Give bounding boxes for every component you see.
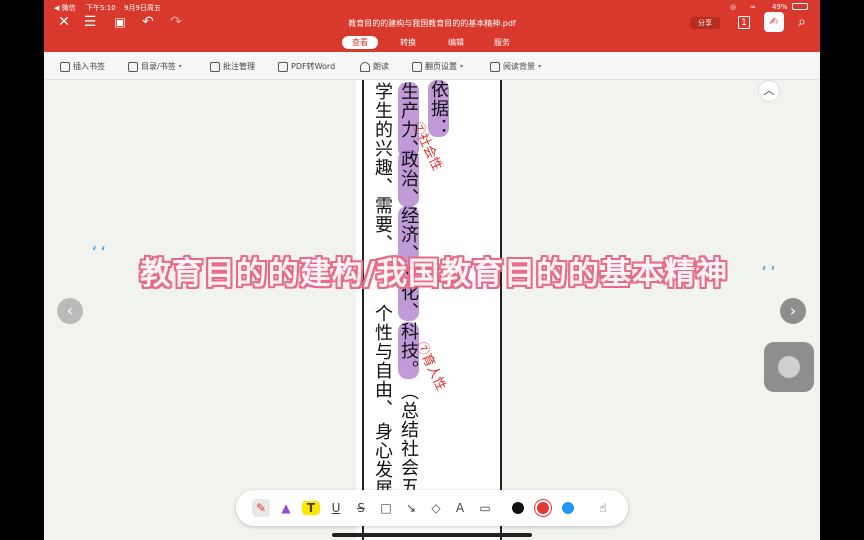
chevron-down-icon: ▾ [460, 63, 464, 70]
pen-icon[interactable]: ✎ [252, 499, 270, 517]
text-line: 身心发展 [372, 422, 393, 498]
chevron-up-icon: ︿ [763, 84, 775, 97]
insert-bookmark-button[interactable]: 插入书签 [60, 60, 105, 73]
assistive-touch-button[interactable] [764, 342, 814, 392]
strikethrough-icon[interactable]: S [352, 499, 370, 517]
read-aloud-label: 朗读 [373, 62, 389, 71]
insert-bookmark-label: 插入书签 [73, 62, 105, 71]
hand-pointer-icon[interactable]: ☝ [594, 499, 612, 517]
overlay-title: 教育目的的建构/我国教育目的的基本精神 [139, 256, 729, 292]
underline-icon[interactable]: U [327, 499, 345, 517]
location-icon: ◎ [730, 3, 737, 11]
page-icon [412, 61, 422, 72]
comment-icon[interactable]: ▭ [476, 499, 494, 517]
text-column-4: 政治、 [396, 150, 420, 207]
annotation-manage-label: 批注管理 [223, 62, 255, 71]
chevron-down-icon: ▾ [178, 63, 182, 70]
next-page-button[interactable]: › [780, 298, 806, 324]
background-icon [490, 61, 500, 72]
chevron-left-icon: ‹ [66, 301, 74, 320]
text-column-9: （总结社会五 [396, 382, 420, 496]
bookmark-icon [60, 61, 70, 72]
pdf-to-word-label: PDF转Word [291, 62, 336, 71]
top-bar: ◀ 微信 下午5:10 9月9日周五 ◎ ≈ 49% ✕ ☰ ▣ ↶ ↷ 教育目… [44, 0, 820, 52]
text-column-2: 生产力、 [396, 82, 420, 158]
screen: ◀ 微信 下午5:10 9月9日周五 ◎ ≈ 49% ✕ ☰ ▣ ↶ ↷ 教育目… [44, 0, 820, 540]
wifi-icon: ≈ [750, 3, 756, 11]
color-black[interactable] [512, 502, 524, 514]
toc-icon [128, 61, 138, 72]
pdf-icon [278, 61, 288, 72]
page-border-right [500, 80, 502, 540]
chevron-right-icon: › [789, 301, 797, 320]
text-column-3: 学生的兴趣、需要、 [370, 82, 394, 253]
home-indicator [332, 533, 532, 537]
status-date: 9月9日周五 [124, 4, 161, 12]
text-icon[interactable]: A [451, 499, 469, 517]
tab-services[interactable]: 服务 [484, 36, 520, 49]
previous-page-button[interactable]: ‹ [57, 298, 83, 324]
text-column-10: 身心发展 [370, 422, 394, 498]
highlight-icon[interactable]: T [302, 501, 320, 515]
page-turn-settings-label: 翻页设置 [425, 62, 457, 71]
view-toolbar: 插入书签 目录/书签 ▾ 批注管理 PDF转Word 朗读 翻页设置 ▾ 阅读背… [44, 52, 820, 80]
annotation-icon [210, 61, 220, 72]
page-turn-settings-button[interactable]: 翻页设置 ▾ [412, 60, 463, 73]
text-line: （总结社会五 [398, 382, 419, 496]
sparkle-icon: ʻ ʻ [92, 244, 106, 258]
text-line: 个性与自由、 [372, 304, 393, 418]
status-time: 下午5:10 [86, 4, 116, 12]
color-blue[interactable] [562, 502, 574, 514]
tab-edit[interactable]: 编辑 [438, 36, 474, 49]
page-count-badge[interactable]: 1 [738, 16, 750, 29]
highlighted-text: 政治、 [398, 150, 419, 207]
toc-bookmark-button[interactable]: 目录/书签 ▾ [128, 60, 182, 73]
reading-background-label: 阅读背景 [503, 62, 535, 71]
battery-percent: 49% [772, 3, 788, 11]
text-column-8: 个性与自由、 [370, 304, 394, 418]
chevron-down-icon: ▾ [538, 63, 542, 70]
hand-draw-icon[interactable]: ✍ [764, 12, 784, 32]
tab-convert[interactable]: 转换 [390, 36, 426, 49]
annotation-toolbar: ✎ ▲ T U S □ ↘ ◇ A ▭ ☝ [236, 490, 628, 526]
arrow-icon[interactable]: ↘ [402, 499, 420, 517]
search-icon[interactable]: ⌕ [794, 14, 810, 30]
reading-background-button[interactable]: 阅读背景 ▾ [490, 60, 541, 73]
eraser-icon[interactable]: ◇ [427, 499, 445, 517]
collapse-toolbar-button[interactable]: ︿ [758, 80, 780, 102]
read-aloud-button[interactable]: 朗读 [360, 60, 389, 73]
annotation-manage-button[interactable]: 批注管理 [210, 60, 255, 73]
text-line: 学生的兴趣、需要、 [372, 82, 393, 253]
sparkle-icon: ʼ ʼ [762, 264, 776, 278]
share-button[interactable]: 分享 [690, 17, 720, 29]
highlighted-text: 生产力、 [398, 82, 419, 158]
headphone-icon [360, 61, 370, 72]
toc-bookmark-label: 目录/书签 [141, 62, 176, 71]
rectangle-icon[interactable]: □ [377, 499, 395, 517]
marker-icon[interactable]: ▲ [277, 499, 295, 517]
pdf-to-word-button[interactable]: PDF转Word [278, 60, 335, 73]
tab-view[interactable]: 查看 [342, 36, 378, 49]
battery-icon [792, 3, 808, 10]
back-to-app-link[interactable]: ◀ 微信 [54, 3, 76, 13]
page-border-left [362, 80, 364, 540]
color-red[interactable] [537, 502, 549, 514]
